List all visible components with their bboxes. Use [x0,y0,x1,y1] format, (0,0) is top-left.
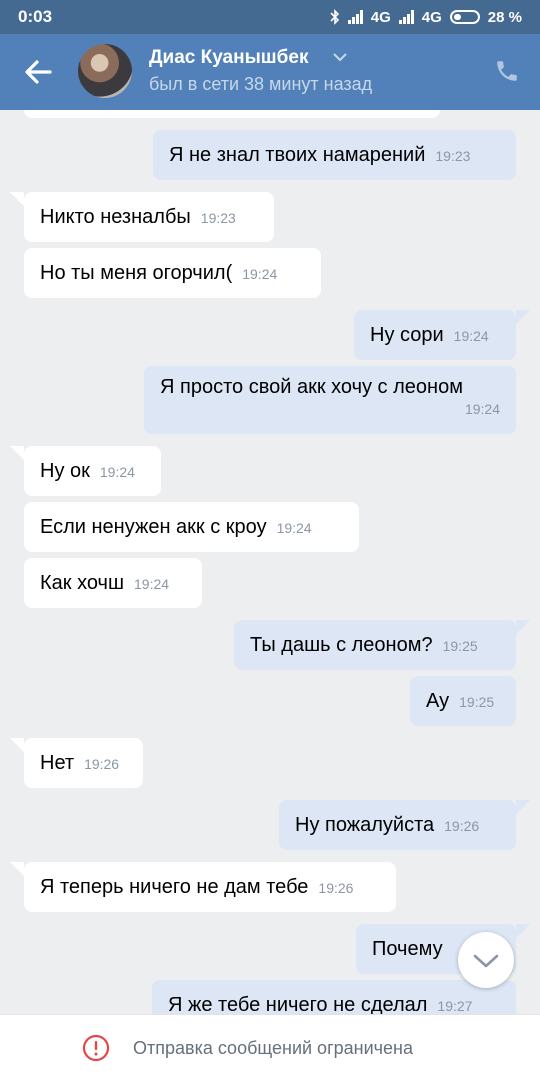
bubble-tail [516,620,530,634]
message-text: Я не знал твоих намарений [169,144,426,166]
message-time: 19:26 [444,818,480,834]
status-icons: 4G 4G 28 % [330,9,522,26]
message-text: Я же тебе ничего не сделал [168,994,428,1014]
phone-icon[interactable] [494,58,520,84]
message-time: 19:24 [453,328,489,344]
status-time: 0:03 [18,7,53,26]
bubble-tail [10,192,24,206]
message-time: 19:26 [318,880,354,896]
message-time: 19:24 [276,520,312,536]
chevron-down-icon [473,954,499,968]
message-bubble[interactable]: Если ненужен акк с кроу 19:24 [24,502,359,552]
bubble-tail [516,924,530,938]
message-text: Ну пожалуйста [295,814,435,836]
avatar[interactable] [78,44,132,98]
message-bubble[interactable]: Я просто свой акк хочу с леоном 19:24 [144,366,516,434]
message-time: 19:26 [84,756,120,772]
restriction-text: Отправка сообщений ограничена [133,1038,413,1058]
message-text: Ау [426,690,450,712]
message-bubble[interactable]: Ну сори 19:24 [354,310,516,360]
message-time: 19:24 [242,266,278,282]
message-text: Ну сори [370,324,444,346]
contact-name[interactable]: Диас Куанышбек [149,47,308,69]
message-bubble[interactable]: Никто незналбы 19:23 [24,192,274,242]
message-text: Ты дашь с леоном? [250,634,433,656]
network-type-2: 4G [421,8,442,26]
message-bubble[interactable]: Ну ок 19:24 [24,446,161,496]
message-bubble[interactable]: Но ты меня огорчил( 19:24 [24,248,321,298]
message-bubble[interactable]: Ты дашь с леоном? 19:25 [234,620,516,670]
message-time: 19:23 [200,210,236,226]
message-text: Никто незналбы [40,206,191,228]
chat-header: Диас Куанышбек был в сети 38 минут назад [0,34,540,110]
message-time: 19:24 [99,464,135,480]
message-bubble[interactable]: Ау 19:25 [410,676,516,726]
message-bubble[interactable]: Как хочш 19:24 [24,558,202,608]
bubble-tail [10,446,24,460]
battery-icon [449,10,480,24]
message-bubble[interactable]: Ну пожалуйста 19:26 [279,800,516,850]
message-text: Но ты меня огорчил( [40,262,233,284]
message-text: Я теперь ничего не дам тебе [40,876,309,898]
message-time: 19:24 [134,576,170,592]
message-time: 19:25 [459,694,495,710]
bubble-tail [10,738,24,752]
last-seen-status: был в сети 38 минут назад [149,74,373,94]
message-time: 19:25 [442,638,478,654]
chevron-down-icon[interactable] [332,52,348,62]
composer-restricted-bar: Отправка сообщений ограничена [0,1014,540,1081]
message-text: Я просто свой акк хочу с леоном [160,376,463,398]
status-bar: 0:03 4G 4G 28 % [0,0,540,34]
message-bubble[interactable]: Нет 19:26 [24,738,143,788]
message-text: Если ненужен акк с кроу [40,516,267,538]
bubble-tail [10,862,24,876]
message-bubble[interactable]: Я теперь ничего не дам тебе 19:26 [24,862,396,912]
message-time: 19:27 [437,998,473,1014]
message-text: Нет [40,752,75,774]
message-list[interactable]: Я не знал твоих намарений 19:23 Никто нез… [0,110,540,1014]
network-type-1: 4G [370,8,391,26]
bluetooth-icon [330,9,339,25]
arrow-left-icon[interactable] [20,56,56,88]
battery-level: 28 % [487,8,522,26]
message-time: 19:23 [435,148,471,164]
message-bubble[interactable]: Я не знал твоих намарений 19:23 [153,130,516,180]
message-text: Как хочш [40,572,125,594]
message-text: Почему [372,938,443,960]
bubble-tail [516,310,530,324]
message-bubble-partial [24,110,440,118]
signal-icon-2 [398,10,414,24]
signal-icon [347,10,363,24]
exclamation-circle-icon [82,1034,110,1062]
message-time: 19:24 [464,401,500,417]
scroll-down-button[interactable] [458,932,514,988]
message-text: Ну ок [40,460,90,482]
bubble-tail [516,800,530,814]
